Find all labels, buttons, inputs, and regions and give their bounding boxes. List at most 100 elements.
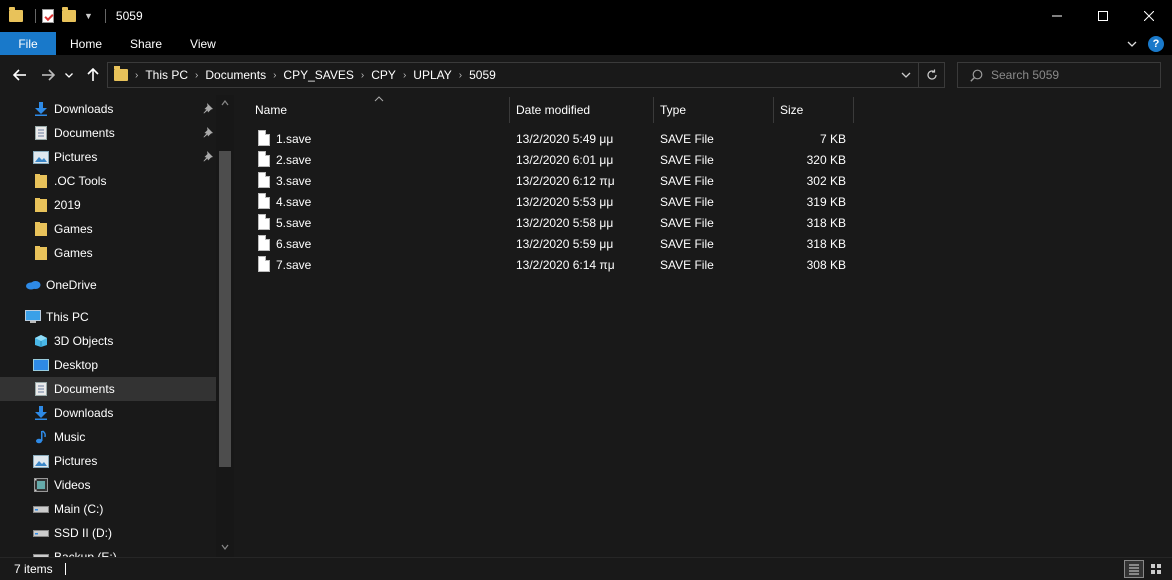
file-row[interactable]: 3.save 13/2/2020 6:12 πμ SAVE File 302 KB: [252, 170, 1102, 191]
sidebar-item-label: Backup (E:): [54, 550, 117, 557]
help-button[interactable]: ?: [1148, 35, 1164, 52]
large-icons-view-button[interactable]: [1146, 560, 1166, 578]
breadcrumb-uplay[interactable]: UPLAY: [413, 68, 451, 82]
sidebar-item-onedrive[interactable]: OneDrive: [0, 273, 216, 297]
sidebar-item-label: This PC: [46, 310, 89, 324]
file-date-modified: 13/2/2020 5:49 μμ: [516, 132, 614, 146]
breadcrumb-separator[interactable]: ›: [135, 70, 138, 81]
scroll-up-icon[interactable]: [221, 99, 229, 107]
sidebar-item-ssd-ii-d[interactable]: SSD II (D:): [0, 521, 216, 545]
file-row[interactable]: 5.save 13/2/2020 5:58 μμ SAVE File 318 KB: [252, 212, 1102, 233]
sidebar-item-pictures[interactable]: Pictures: [0, 145, 216, 169]
column-divider[interactable]: [773, 97, 774, 123]
breadcrumb-cpy[interactable]: CPY: [371, 68, 396, 82]
new-folder-icon[interactable]: [62, 7, 76, 22]
music-icon: [33, 429, 49, 445]
breadcrumb-separator[interactable]: ›: [195, 70, 198, 81]
column-header-date-modified[interactable]: Date modified: [516, 95, 590, 124]
scrollbar-thumb[interactable]: [219, 151, 231, 467]
view-switcher: [1124, 560, 1166, 578]
pin-icon[interactable]: [202, 150, 214, 165]
breadcrumb-separator[interactable]: ›: [403, 70, 406, 81]
maximize-button[interactable]: [1080, 0, 1126, 32]
tab-view[interactable]: View: [176, 32, 230, 55]
sidebar-item-downloads[interactable]: Downloads: [0, 401, 216, 425]
cloud-icon: [25, 277, 41, 293]
sidebar-item-pictures[interactable]: Pictures: [0, 449, 216, 473]
address-history-button[interactable]: [894, 63, 918, 87]
forward-button[interactable]: [37, 64, 59, 86]
column-header-name[interactable]: Name: [255, 95, 287, 124]
file-size: 318 KB: [806, 237, 846, 251]
scroll-down-icon[interactable]: [221, 543, 229, 551]
properties-icon[interactable]: [42, 9, 54, 23]
download-icon: [33, 101, 49, 117]
arrow-up-icon: [87, 68, 99, 81]
file-row[interactable]: 1.save 13/2/2020 5:49 μμ SAVE File 7 KB: [252, 128, 1102, 149]
sidebar-item-label: Downloads: [54, 102, 114, 116]
breadcrumb-separator[interactable]: ›: [459, 70, 462, 81]
search-input[interactable]: [991, 68, 1151, 82]
column-divider[interactable]: [509, 97, 510, 123]
sidebar-item-label: Games: [54, 246, 93, 260]
sidebar-item-desktop[interactable]: Desktop: [0, 353, 216, 377]
sidebar-item-this-pc[interactable]: This PC: [0, 305, 216, 329]
recent-locations-button[interactable]: [62, 64, 76, 86]
expand-ribbon-button[interactable]: [1126, 38, 1138, 50]
file-name: 5.save: [276, 216, 312, 230]
status-bar: 7 items: [0, 557, 1172, 580]
file-date-modified: 13/2/2020 5:53 μμ: [516, 195, 614, 209]
sidebar-item-documents[interactable]: Documents: [0, 377, 216, 401]
sidebar-item-label: SSD II (D:): [54, 526, 113, 540]
sidebar-item-downloads[interactable]: Downloads: [0, 97, 216, 121]
breadcrumb-separator[interactable]: ›: [361, 70, 364, 81]
back-button[interactable]: [9, 64, 31, 86]
file-row[interactable]: 6.save 13/2/2020 5:59 μμ SAVE File 318 KB: [252, 233, 1102, 254]
refresh-button[interactable]: [918, 63, 944, 87]
close-button[interactable]: [1126, 0, 1172, 32]
file-row[interactable]: 7.save 13/2/2020 6:14 πμ SAVE File 308 KB: [252, 254, 1102, 275]
sidebar-item-games[interactable]: Games: [0, 241, 216, 265]
sidebar-item-games[interactable]: Games: [0, 217, 216, 241]
sidebar-item-main-c[interactable]: Main (C:): [0, 497, 216, 521]
column-header-size[interactable]: Size: [780, 95, 803, 124]
folder-icon: [114, 66, 128, 81]
document-icon: [33, 125, 49, 141]
pin-icon[interactable]: [202, 102, 214, 117]
address-bar[interactable]: › This PC › Documents › CPY_SAVES › CPY …: [107, 62, 945, 88]
arrow-left-icon: [13, 69, 26, 81]
tab-file[interactable]: File: [0, 32, 56, 55]
up-button[interactable]: [82, 64, 104, 86]
file-row[interactable]: 4.save 13/2/2020 5:53 μμ SAVE File 319 KB: [252, 191, 1102, 212]
details-view-button[interactable]: [1124, 560, 1144, 578]
sidebar-item-videos[interactable]: Videos: [0, 473, 216, 497]
breadcrumb-separator[interactable]: ›: [273, 70, 276, 81]
file-row[interactable]: 2.save 13/2/2020 6:01 μμ SAVE File 320 KB: [252, 149, 1102, 170]
tab-home[interactable]: Home: [56, 32, 116, 55]
sidebar-item-music[interactable]: Music: [0, 425, 216, 449]
minimize-icon: [1052, 15, 1062, 17]
column-divider[interactable]: [653, 97, 654, 123]
sidebar-item-documents[interactable]: Documents: [0, 121, 216, 145]
breadcrumb-documents[interactable]: Documents: [205, 68, 266, 82]
sidebar-item-3d-objects[interactable]: 3D Objects: [0, 329, 216, 353]
maximize-icon: [1098, 11, 1108, 21]
download-icon: [33, 405, 49, 421]
customize-toolbar-chevron-icon[interactable]: ▼: [84, 11, 93, 21]
minimize-button[interactable]: [1034, 0, 1080, 32]
search-box[interactable]: [957, 62, 1161, 88]
column-header-type[interactable]: Type: [660, 95, 686, 124]
tab-share[interactable]: Share: [116, 32, 176, 55]
pin-icon[interactable]: [202, 126, 214, 141]
breadcrumb-this-pc[interactable]: This PC: [145, 68, 188, 82]
file-size: 308 KB: [806, 258, 846, 272]
sidebar-item-2019[interactable]: 2019: [0, 193, 216, 217]
column-divider[interactable]: [853, 97, 854, 123]
sidebar-item-backup-e[interactable]: Backup (E:): [0, 545, 216, 557]
window-title: 5059: [115, 9, 143, 23]
sidebar-item-oc-tools[interactable]: .OC Tools: [0, 169, 216, 193]
breadcrumb-cpy-saves[interactable]: CPY_SAVES: [283, 68, 353, 82]
navigation-scrollbar[interactable]: [216, 95, 234, 557]
breadcrumb-5059[interactable]: 5059: [469, 68, 496, 82]
toolbar-divider: [35, 9, 36, 23]
